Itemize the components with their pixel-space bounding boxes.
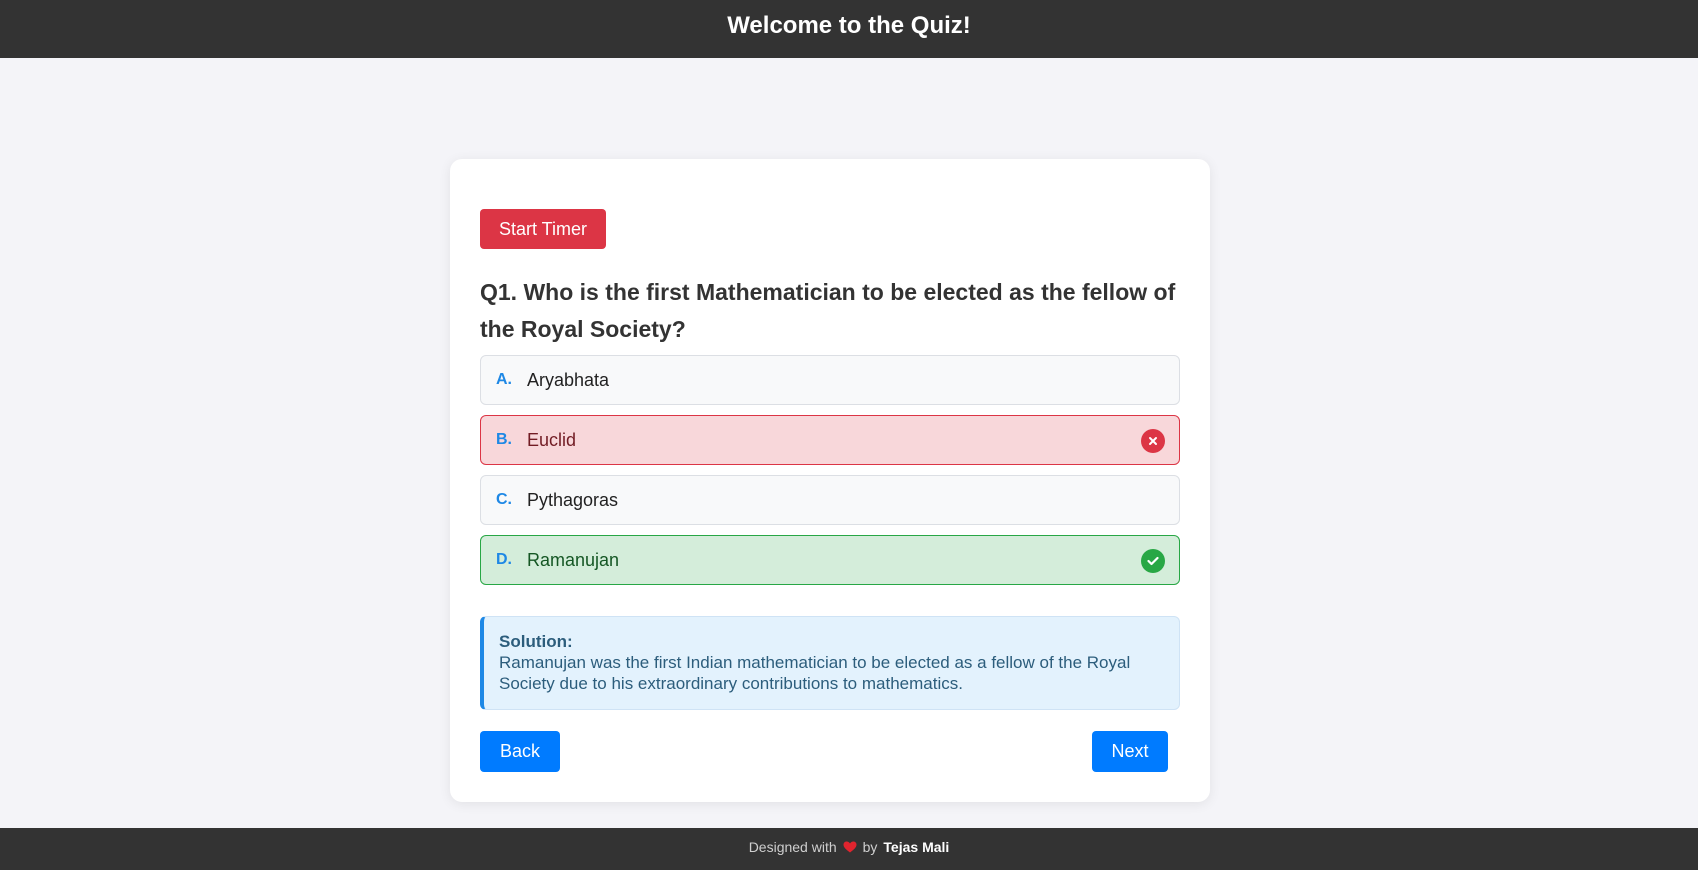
top-header: Welcome to the Quiz! [0, 0, 1698, 58]
solution-box: Solution: Ramanujan was the first Indian… [480, 616, 1180, 710]
option-letter: C. [496, 491, 512, 508]
heart-icon [843, 841, 857, 853]
quiz-card: Start Timer Q1. Who is the first Mathema… [450, 159, 1210, 802]
option-letter: B. [496, 431, 512, 448]
next-button[interactable]: Next [1092, 731, 1168, 772]
back-button[interactable]: Back [480, 731, 560, 772]
wrong-answer-icon [1141, 429, 1165, 453]
solution-text: Ramanujan was the first Indian mathemati… [499, 653, 1131, 693]
footer-by: by [862, 839, 878, 855]
page-title: Welcome to the Quiz! [727, 12, 971, 39]
option-d[interactable]: D. Ramanujan [480, 535, 1180, 585]
option-letter: A. [496, 371, 512, 388]
footer-author-link[interactable]: Tejas Mali [883, 839, 949, 855]
start-timer-button[interactable]: Start Timer [480, 209, 606, 249]
option-a[interactable]: A. Aryabhata [480, 355, 1180, 405]
option-text: Aryabhata [527, 369, 610, 390]
footer: Designed with by Tejas Mali [0, 828, 1698, 870]
option-text: Pythagoras [527, 489, 619, 510]
option-b[interactable]: B. Euclid [480, 415, 1180, 465]
footer-prefix: Designed with [748, 839, 837, 855]
option-text: Ramanujan [527, 549, 620, 570]
option-letter: D. [496, 551, 512, 568]
correct-answer-icon [1141, 549, 1165, 573]
option-c[interactable]: C. Pythagoras [480, 475, 1180, 525]
question-text: Q1. Who is the first Mathematician to be… [480, 279, 1176, 342]
solution-label: Solution: [499, 632, 573, 651]
option-text: Euclid [527, 429, 577, 450]
